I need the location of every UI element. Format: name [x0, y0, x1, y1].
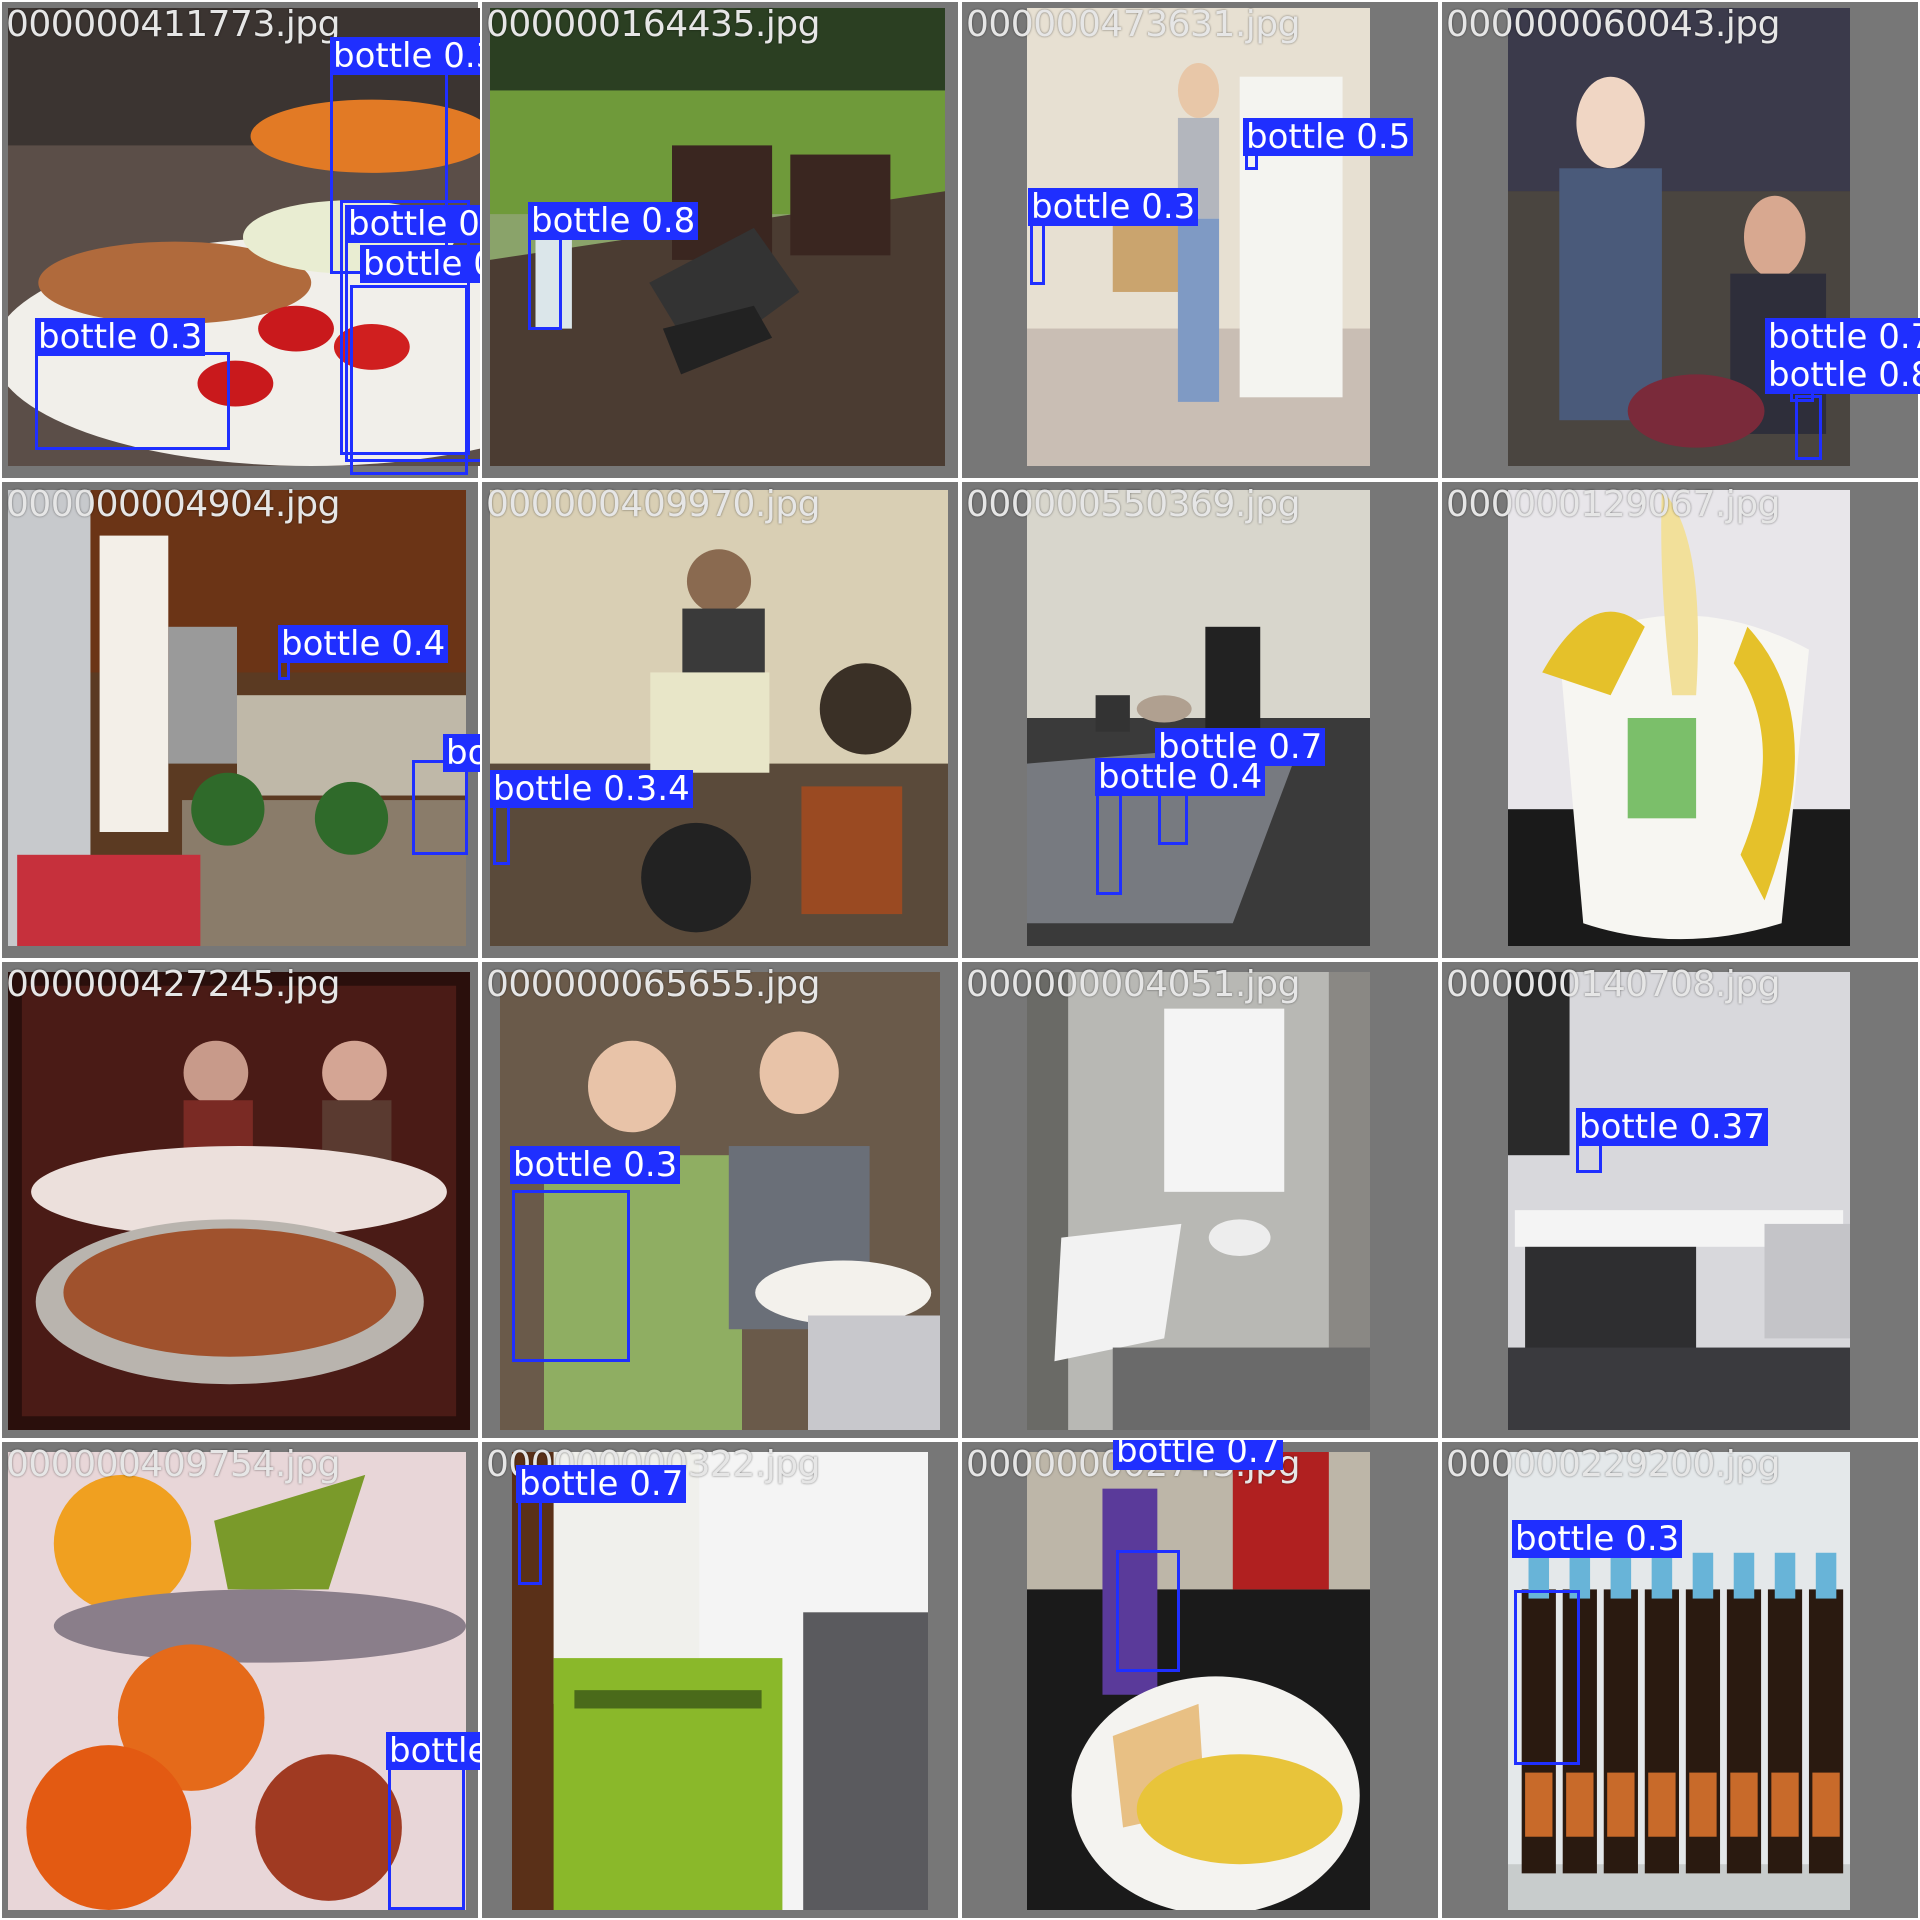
detection-label: bottle 0.3: [1028, 188, 1199, 226]
detection-label: bottle 0.4: [1095, 758, 1266, 796]
image-tile: 000000065655.jpg bottle 0.3: [480, 960, 960, 1440]
photo-girl-doorway: [1027, 8, 1370, 466]
filename-label: 000000065655.jpg: [486, 964, 821, 1005]
photo-suitcase: [512, 1452, 928, 1910]
detection-grid: 000000411773.jpgbottle 0.3bottle 0.3bott…: [0, 0, 1920, 1920]
bounding-box: [512, 1190, 630, 1362]
detection-label: bottle 0.3: [510, 1146, 681, 1184]
image-tile: 000000129067.jpg: [1440, 480, 1920, 960]
filename-label: 000000473631.jpg: [966, 4, 1301, 45]
bounding-box: [1030, 222, 1045, 285]
detection-label: bottle 0.3: [330, 37, 480, 75]
filename-label: 000000409754.jpg: [6, 1444, 341, 1485]
image-tile: 000000002743.jpgbottle 0.7: [960, 1440, 1440, 1920]
bounding-box: [1116, 1550, 1180, 1672]
detection-label: bottle 0.8: [1765, 356, 1920, 394]
image-tile: 000000060043.jpg bottle 0.7 bottle 0.8: [1440, 0, 1920, 480]
bounding-box: [412, 760, 468, 855]
photo-bathroom-tub: [1027, 972, 1370, 1430]
filename-label: 000000060043.jpg: [1446, 4, 1781, 45]
image-tile: 000000004051.jpg: [960, 960, 1440, 1440]
photo-motorcycle-garage: [490, 490, 948, 946]
image-tile: 000000164435.jpg bottle 0.8: [480, 0, 960, 480]
detection-label: bottle 0.7: [516, 1465, 687, 1503]
photo-bathroom-sink: [1508, 972, 1850, 1430]
photo-pizza-dinner: [8, 972, 470, 1430]
image-tile: 000000004904.jpg bottle 0.4 bottle 0.6: [0, 480, 480, 960]
image-tile: 000000411773.jpgbottle 0.3bottle 0.3bott…: [0, 0, 480, 480]
detection-label: bottle 0.5: [1243, 118, 1414, 156]
bounding-box: [35, 352, 230, 450]
detection-label: bottle 0.3: [1512, 1520, 1683, 1558]
detection-label: bottle 0.7: [1113, 1440, 1284, 1470]
image-tile: 000000229200.jpg bottle 0.3: [1440, 1440, 1920, 1920]
image-tile: 000000000322.jpgbottle 0.7: [480, 1440, 960, 1920]
image-tile: 000000550369.jpg bottle 0.7 bottle 0.4: [960, 480, 1440, 960]
image-tile: 000000427245.jpg: [0, 960, 480, 1440]
filename-label: 000000427245.jpg: [6, 964, 341, 1005]
detection-label: bottle 0.3: [35, 318, 206, 356]
image-tile: 000000473631.jpg bottle 0.5 bottle 0.3: [960, 0, 1440, 480]
bounding-box: [1096, 790, 1122, 895]
photo-kitchen: [8, 490, 467, 946]
bounding-box: [1795, 395, 1822, 460]
filename-label: 000000129067.jpg: [1446, 484, 1781, 525]
detection-label: bottle 0.3.4: [490, 770, 693, 808]
detection-label: bottle 0.4: [278, 625, 449, 663]
bounding-box: [350, 285, 468, 475]
filename-label: 000000164435.jpg: [486, 4, 821, 45]
image-tile: 000000409970.jpg bottle 0.3.4: [480, 480, 960, 960]
photo-office-desk: [1027, 490, 1370, 946]
bounding-box: [1514, 1590, 1580, 1765]
bounding-box: [493, 802, 510, 865]
image-tile: 000000140708.jpg bottle 0.37: [1440, 960, 1920, 1440]
filename-label: 000000229200.jpg: [1446, 1444, 1781, 1485]
detection-label: bottle 0.37: [1576, 1108, 1768, 1146]
detection-label: bottle 0.8: [528, 202, 699, 240]
detection-label: bottle 0.3: [345, 205, 480, 243]
detection-label: bottle 0.6: [443, 734, 480, 772]
filename-label: 000000409970.jpg: [486, 484, 821, 525]
bounding-box: [528, 232, 562, 330]
photo-banana-mug: [1508, 490, 1850, 946]
bounding-box: [388, 1765, 465, 1910]
filename-label: 000000411773.jpg: [6, 4, 341, 45]
filename-label: 000000004904.jpg: [6, 484, 341, 525]
image-tile: 000000409754.jpg bottle 0.4: [0, 1440, 480, 1920]
filename-label: 000000550369.jpg: [966, 484, 1301, 525]
detection-label: bottle 0.3: [360, 245, 480, 283]
filename-label: 000000004051.jpg: [966, 964, 1301, 1005]
photo-omelette-plate: [1027, 1452, 1370, 1915]
detection-label: bottle 0.7: [1765, 318, 1920, 356]
detection-label: bottle 0.4: [386, 1732, 480, 1770]
filename-label: 000000140708.jpg: [1446, 964, 1781, 1005]
